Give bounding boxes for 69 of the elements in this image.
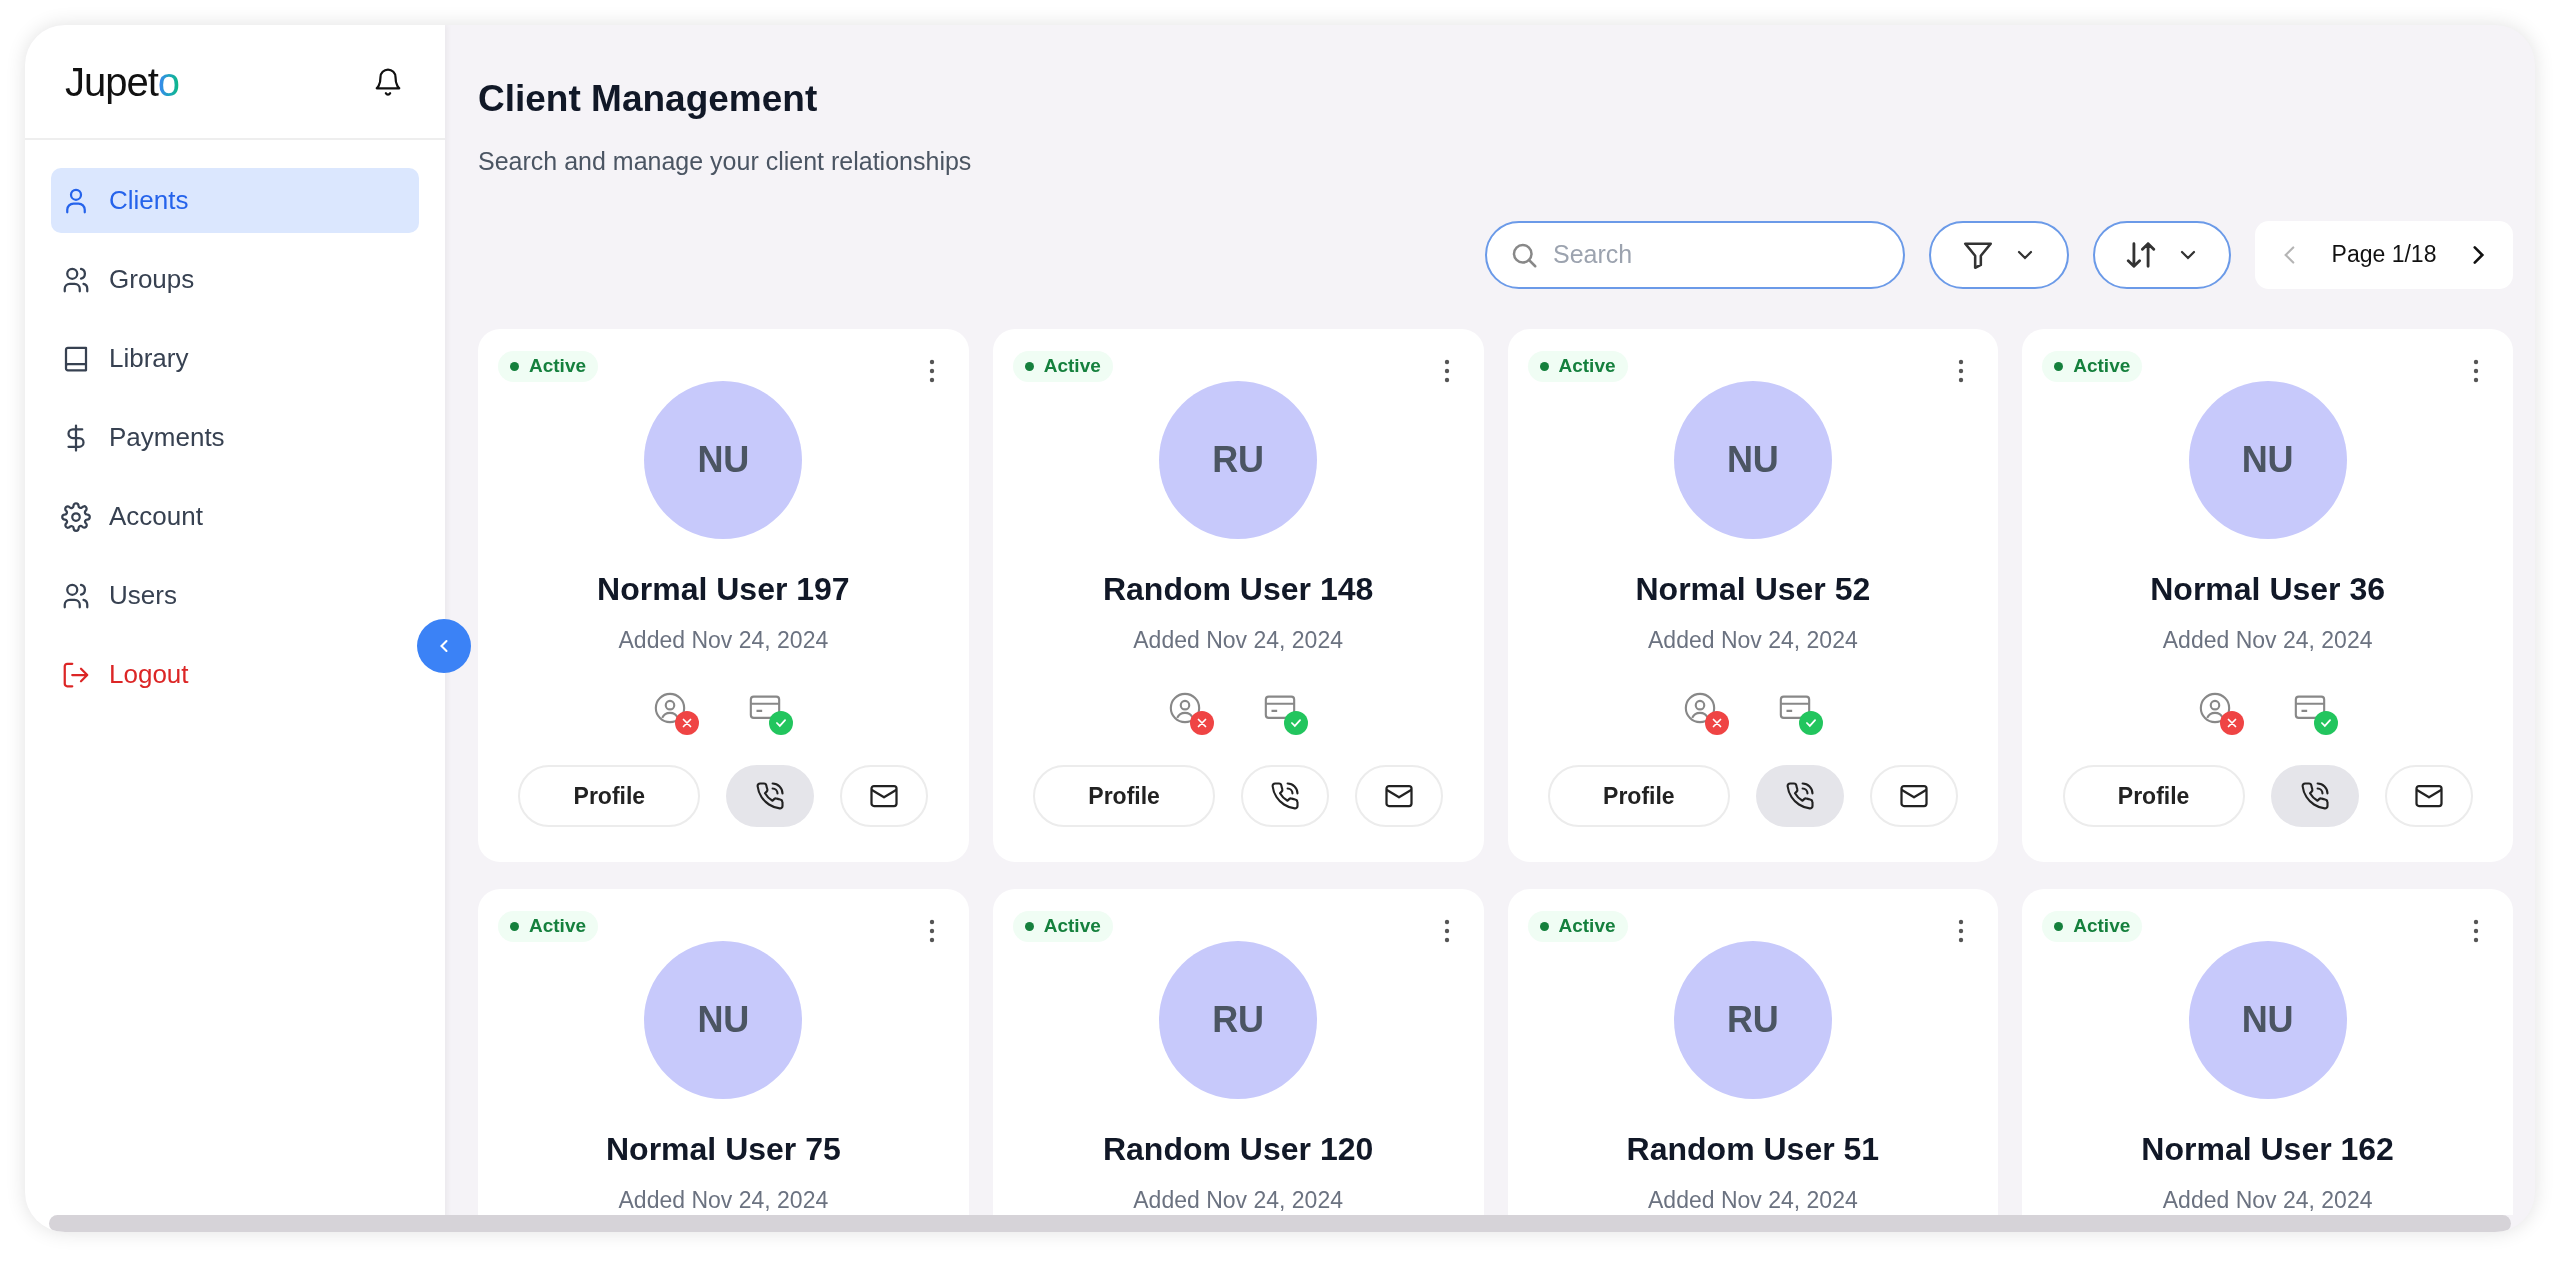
more-options-icon[interactable] <box>1443 918 1450 943</box>
user-circle-icon <box>2197 691 2232 725</box>
more-options-icon[interactable] <box>2473 358 2479 383</box>
added-date: Added Nov 24, 2024 <box>618 1185 829 1215</box>
user-circle-icon <box>1168 691 1203 725</box>
client-name: Normal User 52 <box>1635 569 1871 609</box>
client-name: Random User 148 <box>1102 569 1374 609</box>
avatar: NU <box>644 380 803 539</box>
horizontal-scrollbar[interactable] <box>49 1215 2511 1232</box>
jupeto-logo: Jupeto <box>65 58 180 106</box>
client-name: Normal User 36 <box>2150 569 2385 609</box>
status-badge: Active <box>1527 910 1628 942</box>
client-name: Normal User 197 <box>597 569 850 609</box>
avatar: RU <box>1159 940 1318 1099</box>
page-indicator: Page 1/18 <box>2331 240 2437 270</box>
more-options-icon[interactable] <box>928 918 935 943</box>
avatar: RU <box>1673 940 1832 1099</box>
avatar: RU <box>1159 380 1318 539</box>
page-subtitle: Search and manage your client relationships <box>478 146 973 177</box>
sidebar-item[interactable]: Logout <box>51 642 419 707</box>
status-badge: Active <box>498 350 599 382</box>
avatar: NU <box>2188 940 2347 1099</box>
more-options-icon[interactable] <box>1443 358 1450 383</box>
client-name: Normal User 162 <box>2141 1129 2394 1169</box>
avatar: NU <box>644 940 803 1099</box>
sidebar-item[interactable]: Groups <box>51 247 419 312</box>
status-badge: Active <box>498 910 599 942</box>
bell-icon[interactable] <box>373 65 403 98</box>
settings-icon <box>61 501 91 532</box>
client-name: Random User 120 <box>1102 1129 1374 1169</box>
added-date: Added Nov 24, 2024 <box>2162 1185 2373 1215</box>
more-options-icon[interactable] <box>1958 918 1965 943</box>
sidebar-item[interactable]: Library <box>51 326 419 391</box>
user-circle-icon <box>1682 691 1717 725</box>
added-date: Added Nov 24, 2024 <box>1648 1185 1858 1215</box>
collapse-sidebar-button[interactable] <box>417 619 471 673</box>
phone-call-icon <box>2299 781 2330 811</box>
avatar: NU <box>1673 380 1832 539</box>
phone-call-icon <box>1784 781 1815 811</box>
sidebar-item[interactable]: Account <box>51 484 419 549</box>
added-date: Added Nov 24, 2024 <box>1648 625 1858 655</box>
added-date: Added Nov 24, 2024 <box>1133 1185 1343 1215</box>
sidebar-item[interactable]: Users <box>51 563 419 628</box>
status-badge: Active <box>2042 350 2143 382</box>
page-title: Client Management <box>478 77 819 121</box>
search-field[interactable]: Search <box>1485 220 1905 289</box>
status-badge: Active <box>1012 350 1113 382</box>
profile-button[interactable]: Profile <box>1033 765 1216 827</box>
client-name: Normal User 75 <box>606 1129 841 1169</box>
more-options-icon[interactable] <box>928 358 935 383</box>
status-badge: Active <box>1527 350 1628 382</box>
user-circle-icon <box>653 691 688 725</box>
profile-button[interactable]: Profile <box>1547 765 1730 827</box>
phone-call-icon <box>755 781 786 811</box>
phone-call-icon <box>1270 781 1301 811</box>
profile-button[interactable]: Profile <box>518 765 701 827</box>
more-options-icon[interactable] <box>2473 918 2479 943</box>
client-name: Random User 51 <box>1626 1129 1880 1169</box>
added-date: Added Nov 24, 2024 <box>618 625 829 655</box>
search-input[interactable]: Search <box>1553 235 1881 274</box>
added-date: Added Nov 24, 2024 <box>1133 625 1343 655</box>
status-badge: Active <box>1012 910 1113 942</box>
added-date: Added Nov 24, 2024 <box>2162 625 2373 655</box>
sidebar-item[interactable]: Payments <box>51 405 419 470</box>
sidebar-item[interactable]: Clients <box>51 168 419 233</box>
more-options-icon[interactable] <box>1958 358 1965 383</box>
status-badge: Active <box>2042 910 2143 942</box>
profile-button[interactable]: Profile <box>2062 765 2245 827</box>
avatar: NU <box>2188 380 2347 539</box>
